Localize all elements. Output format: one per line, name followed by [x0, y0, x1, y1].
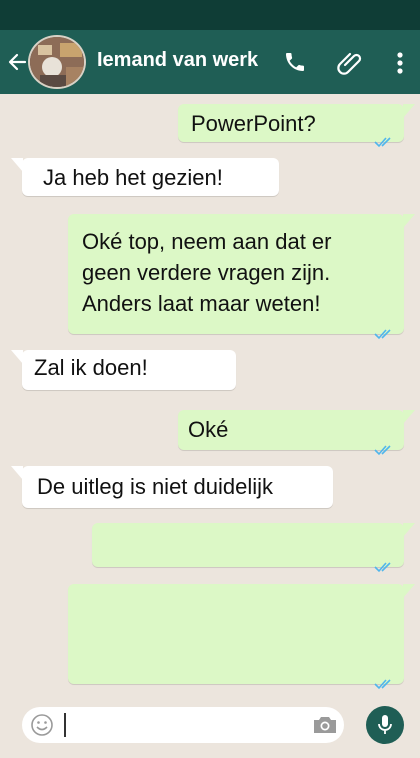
bubble-tail	[403, 523, 415, 537]
message-text: PowerPoint?	[191, 111, 316, 136]
text-cursor	[64, 713, 66, 737]
outgoing-message[interactable]	[68, 584, 415, 690]
emoji-icon[interactable]	[30, 713, 54, 737]
avatar[interactable]	[28, 35, 86, 89]
read-ticks-icon	[374, 550, 394, 573]
bubble-tail	[403, 214, 415, 228]
message-text: Oké	[188, 417, 229, 442]
chat-header: Iemand van werk	[0, 30, 420, 94]
phone-icon[interactable]	[282, 49, 308, 75]
message-line: geen verdere vragen zijn.	[82, 260, 331, 285]
bubble-tail	[403, 410, 415, 424]
incoming-message[interactable]: Zal ik doen!	[11, 350, 236, 390]
more-vert-icon[interactable]	[392, 49, 408, 77]
read-ticks-icon	[374, 433, 394, 456]
outgoing-message[interactable]	[92, 523, 415, 573]
bubble-tail	[11, 466, 23, 480]
message-input[interactable]	[22, 707, 344, 743]
bubble-tail	[403, 104, 415, 118]
message-text: De uitleg is niet duidelijk	[37, 474, 274, 499]
outgoing-message[interactable]: PowerPoint?	[178, 104, 415, 148]
outgoing-message[interactable]: Oké	[178, 410, 415, 456]
bubble-tail	[11, 350, 23, 364]
read-ticks-icon	[374, 667, 394, 690]
message-line: Oké top, neem aan dat er	[82, 229, 332, 254]
incoming-message[interactable]: De uitleg is niet duidelijk	[11, 466, 333, 508]
message-line: Anders laat maar weten!	[82, 291, 321, 316]
bubble-tail	[11, 158, 23, 172]
message-text: Ja heb het gezien!	[43, 165, 223, 190]
outgoing-message[interactable]: Oké top, neem aan dat er geen verdere vr…	[68, 214, 415, 340]
microphone-icon	[377, 714, 393, 736]
back-arrow-icon[interactable]	[6, 50, 28, 74]
microphone-button[interactable]	[366, 706, 404, 744]
message-text: Zal ik doen!	[34, 355, 148, 380]
status-bar	[0, 0, 420, 30]
paperclip-icon[interactable]	[335, 47, 365, 77]
camera-icon[interactable]	[312, 715, 338, 735]
incoming-message[interactable]: Ja heb het gezien!	[11, 158, 279, 196]
read-ticks-icon	[374, 317, 394, 340]
bubble-tail	[403, 584, 415, 598]
contact-name[interactable]: Iemand van werk	[97, 49, 258, 72]
read-ticks-icon	[374, 125, 394, 148]
